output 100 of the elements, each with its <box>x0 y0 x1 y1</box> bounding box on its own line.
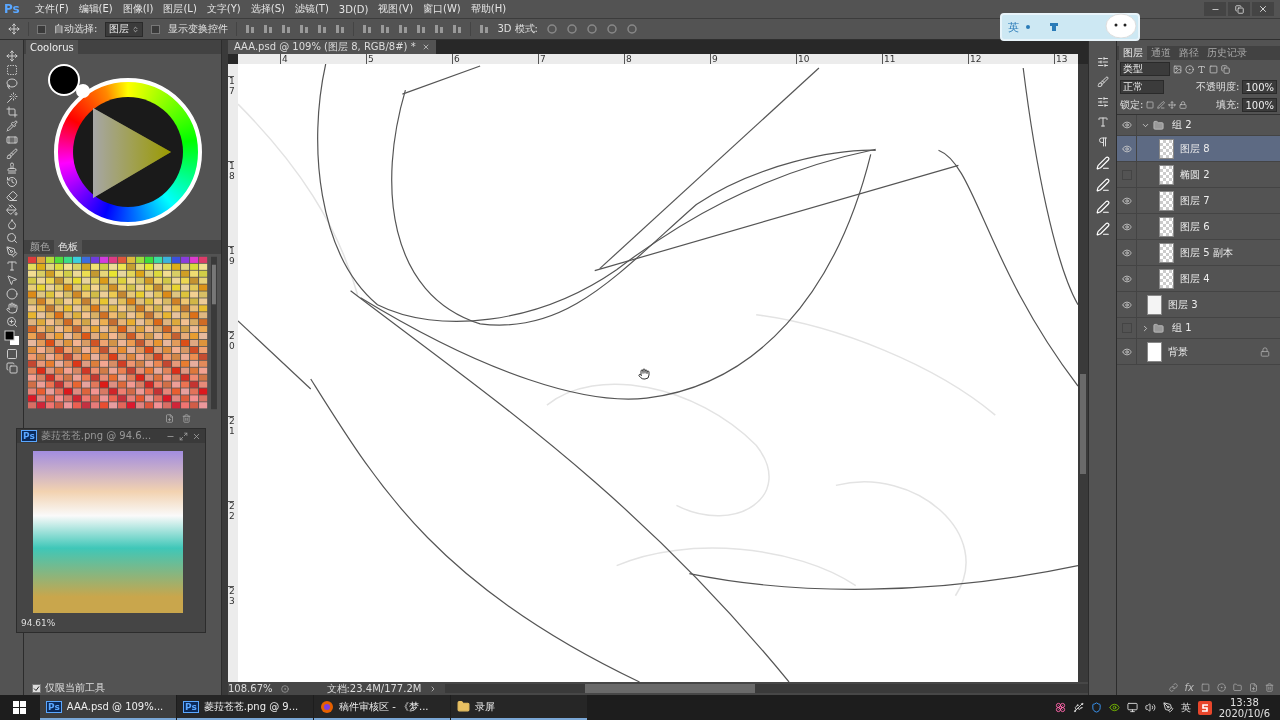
taskbar-item[interactable]: Ps AAA.psd @ 109%... <box>40 695 176 720</box>
fx-button[interactable]: fx <box>1184 681 1194 693</box>
align-icon[interactable] <box>398 24 409 34</box>
taskbar-item[interactable]: 稿件审核区 - 《梦... <box>314 695 450 720</box>
3d-tool-icon[interactable] <box>566 24 578 34</box>
3d-tool-icon[interactable] <box>606 24 618 34</box>
3d-tool-icon[interactable] <box>586 24 598 34</box>
taskbar-item[interactable]: Ps 菱菈苍苍.png @ 9... <box>177 695 313 720</box>
align-icon[interactable] <box>317 24 328 34</box>
eye-icon[interactable] <box>1121 299 1132 310</box>
ellipse-icon[interactable] <box>5 288 18 300</box>
move-icon[interactable] <box>5 50 18 62</box>
panel-tab[interactable]: Coolorus <box>26 40 78 54</box>
align-icon[interactable] <box>299 24 310 34</box>
brush-icon[interactable] <box>5 148 18 160</box>
panel-tab[interactable]: 颜色 <box>26 240 54 254</box>
align-icon[interactable] <box>281 24 292 34</box>
s-logo-icon[interactable] <box>1197 700 1212 715</box>
scrollbar[interactable] <box>211 256 217 410</box>
filter-dropdown[interactable]: 类型 <box>1120 62 1170 76</box>
eye-logo-icon[interactable] <box>1108 702 1120 713</box>
move-icon[interactable] <box>8 23 20 35</box>
layer-row[interactable]: 背景 <box>1117 339 1280 365</box>
align-icon[interactable] <box>263 24 274 34</box>
eye-icon[interactable] <box>1121 143 1132 154</box>
image-filter-icon[interactable] <box>1173 64 1182 74</box>
quick-mask-icon[interactable] <box>5 348 18 360</box>
color-swatches[interactable] <box>28 256 209 410</box>
collapse-caret-icon[interactable] <box>1141 323 1150 333</box>
mask-icon[interactable] <box>1201 682 1210 692</box>
align-icon[interactable] <box>434 24 445 34</box>
eye-icon[interactable] <box>1121 221 1132 232</box>
new-swatch-icon[interactable] <box>165 413 174 423</box>
link-icon[interactable] <box>1168 682 1178 692</box>
align-icon[interactable] <box>362 24 373 34</box>
sliders-icon[interactable] <box>1096 96 1109 108</box>
3d-tool-icon[interactable] <box>546 24 558 34</box>
menu-item[interactable]: 编辑(E) <box>73 0 118 18</box>
layer-row[interactable]: 椭圆 2 <box>1117 162 1280 188</box>
layer-dropdown[interactable]: 图层 <box>105 21 144 37</box>
panel-tab[interactable]: 历史记录 <box>1203 46 1251 60</box>
eraser-icon[interactable] <box>5 190 18 202</box>
layer-row[interactable]: 图层 5 副本 <box>1117 240 1280 266</box>
layer-row[interactable]: 图层 4 <box>1117 266 1280 292</box>
close-button[interactable] <box>1252 2 1274 16</box>
new-layer-icon[interactable] <box>1249 682 1258 692</box>
eye-icon[interactable] <box>1121 120 1132 130</box>
menu-item[interactable]: 选择(S) <box>245 0 290 18</box>
layer-row[interactable]: 图层 7 <box>1117 188 1280 214</box>
network-icon[interactable] <box>1126 702 1138 713</box>
lock-position-icon[interactable] <box>1168 101 1177 109</box>
scrollbar[interactable] <box>445 684 1088 693</box>
panel-tab[interactable]: 路径 <box>1175 46 1203 60</box>
zoom-icon[interactable] <box>5 316 18 328</box>
folder-icon[interactable] <box>1233 682 1242 692</box>
restore-icon[interactable] <box>1234 4 1244 14</box>
menu-item[interactable]: 文件(F) <box>30 0 74 18</box>
droplet-icon[interactable] <box>5 218 18 230</box>
brush-preset-icon[interactable] <box>1095 178 1110 192</box>
brush-preset-icon[interactable] <box>1095 200 1110 214</box>
screen-mode-icon[interactable] <box>5 362 18 374</box>
background-color[interactable] <box>76 84 90 98</box>
fill-field[interactable]: 100% <box>1242 98 1277 112</box>
panel-tab[interactable]: 色板 <box>54 240 82 254</box>
menu-item[interactable]: 滤镜(T) <box>289 0 334 18</box>
panel-tab[interactable]: 通道 <box>1147 46 1175 60</box>
flower-icon[interactable] <box>1054 702 1066 713</box>
3d-tool-icon[interactable] <box>626 24 638 34</box>
layer-row[interactable]: 图层 8 <box>1117 136 1280 162</box>
lock-pixels-icon[interactable] <box>1146 101 1155 109</box>
ime-toolbar[interactable]: 英 <box>1000 13 1140 41</box>
hand-icon[interactable] <box>5 302 18 314</box>
menu-item[interactable]: 图层(L) <box>158 0 202 18</box>
dashed-square-icon[interactable] <box>5 64 18 76</box>
checkbox[interactable] <box>151 24 161 34</box>
type-icon[interactable] <box>5 260 18 272</box>
close-icon[interactable] <box>192 431 201 441</box>
wand-icon[interactable] <box>5 92 18 104</box>
trash-icon[interactable] <box>1265 682 1274 692</box>
align-icon[interactable] <box>335 24 346 34</box>
panel-tab[interactable]: 图层 <box>1119 46 1147 60</box>
lock-icon[interactable] <box>1179 101 1188 109</box>
color-chips-icon[interactable] <box>3 330 20 346</box>
crop-icon[interactable] <box>5 106 18 118</box>
shield-icon[interactable] <box>1090 702 1102 713</box>
lasso-icon[interactable] <box>5 78 18 90</box>
eye-icon[interactable] <box>1121 247 1132 258</box>
restore-button[interactable] <box>1228 2 1250 16</box>
pointer-icon[interactable] <box>5 274 18 286</box>
maximize-icon[interactable] <box>179 431 188 441</box>
menu-item[interactable]: 视图(V) <box>373 0 419 18</box>
type-filter-icon[interactable] <box>1197 64 1206 74</box>
history-brush-icon[interactable] <box>5 176 18 188</box>
align-icon[interactable] <box>416 24 427 34</box>
volume-icon[interactable] <box>1144 702 1156 713</box>
close-icon[interactable] <box>421 43 430 51</box>
menu-item[interactable]: 文字(Y) <box>201 0 246 18</box>
lock-paint-icon[interactable] <box>1157 101 1166 109</box>
document-tab[interactable]: AAA.psd @ 109% (图层 8, RGB/8#) * <box>228 40 436 54</box>
sliders-icon[interactable] <box>1096 56 1109 68</box>
